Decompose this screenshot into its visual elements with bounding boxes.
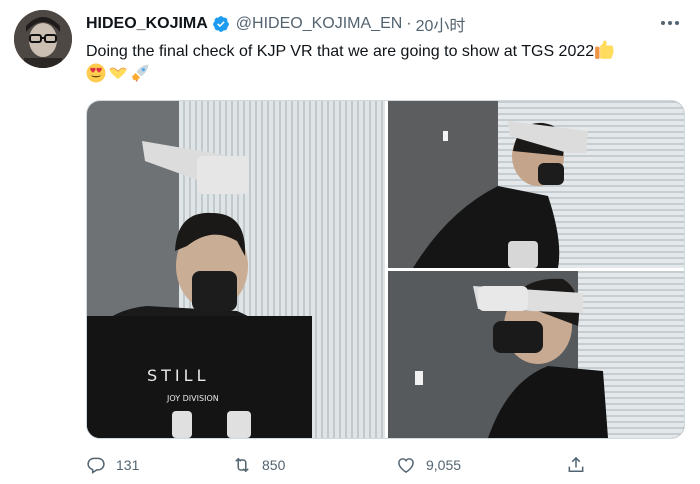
- tweet-body: Doing the final check of KJP VR that we …: [86, 43, 595, 60]
- display-name[interactable]: HIDEO_KOJIMA: [86, 15, 208, 33]
- tweet-card[interactable]: HIDEO_KOJIMA @HIDEO_KOJIMA_EN · 20小时 Doi…: [0, 0, 700, 484]
- share-button[interactable]: [566, 454, 596, 476]
- avatar[interactable]: [14, 10, 72, 68]
- heart-icon: [398, 458, 414, 473]
- like-button[interactable]: 9,055: [396, 454, 461, 476]
- heart-hands-icon: [109, 67, 127, 80]
- reply-count: 131: [116, 457, 140, 473]
- reply-icon: [87, 457, 105, 474]
- thumbs-up-icon: [595, 40, 615, 59]
- tweet-text: Doing the final check of KJP VR that we …: [86, 40, 686, 86]
- shirt-text-still: STILL: [147, 366, 209, 385]
- timestamp[interactable]: 20小时: [416, 12, 466, 36]
- share-icon: [568, 456, 584, 472]
- heart-eyes-icon: [86, 63, 106, 83]
- like-count: 9,055: [426, 457, 462, 473]
- retweet-button[interactable]: 850: [232, 454, 285, 476]
- verified-badge-icon: [212, 16, 229, 32]
- shirt-text-band: JOY DIVISION: [166, 394, 219, 403]
- tweet-actions: 131 850 9,055: [86, 454, 606, 476]
- handle[interactable]: @HIDEO_KOJIMA_EN: [236, 15, 403, 33]
- photo-left[interactable]: STILL JOY DIVISION: [87, 101, 385, 438]
- photo-bottom-right[interactable]: [388, 271, 684, 438]
- retweet-count: 850: [262, 457, 286, 473]
- media-grid: STILL JOY DIVISION: [86, 100, 685, 439]
- more-options-icon[interactable]: [656, 12, 684, 34]
- reply-button[interactable]: 131: [86, 454, 139, 476]
- tweet-header: HIDEO_KOJIMA @HIDEO_KOJIMA_EN · 20小时: [86, 12, 466, 36]
- photo-top-right[interactable]: [388, 101, 684, 268]
- retweet-icon: [235, 457, 249, 473]
- separator-dot: ·: [406, 15, 412, 32]
- rocket-icon: [132, 64, 149, 82]
